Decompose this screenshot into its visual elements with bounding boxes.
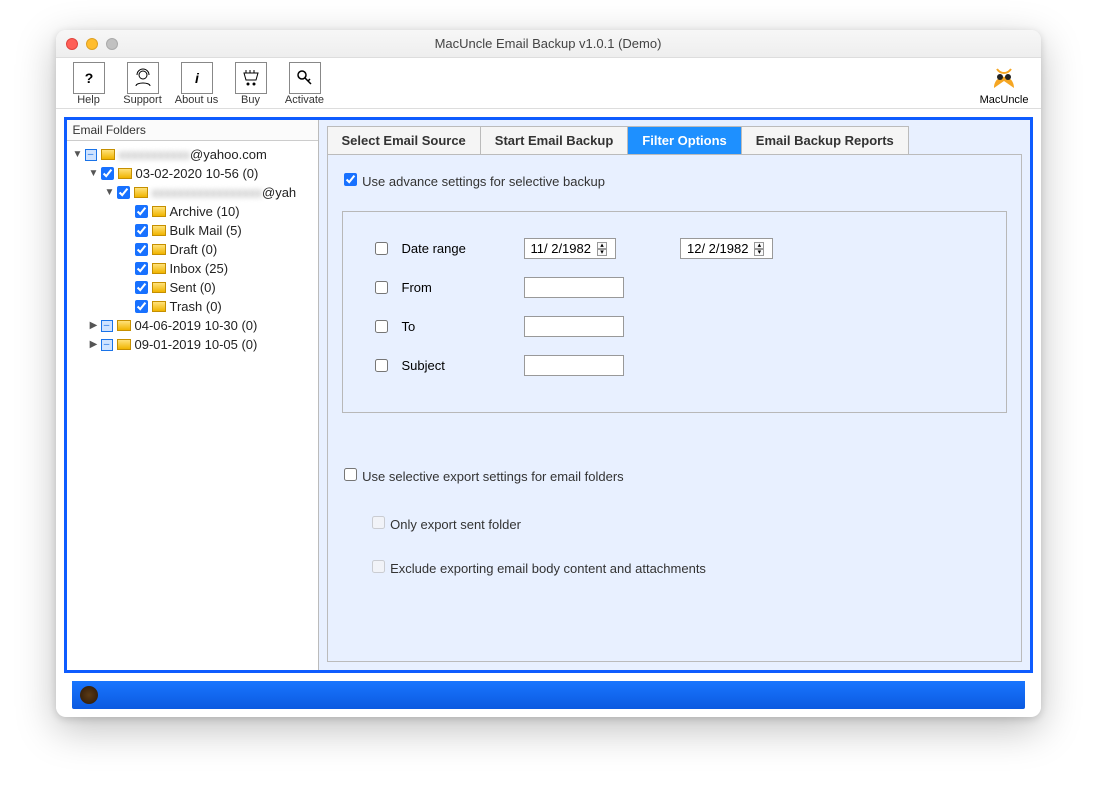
exclude-body-checkbox [372,560,385,573]
collapse-icon[interactable]: – [101,339,113,351]
svg-text:i: i [195,70,200,86]
toolbar: ? Help Support i About us Buy Ac [56,58,1041,109]
folder-icon [152,301,166,312]
titlebar: MacUncle Email Backup v1.0.1 (Demo) [56,30,1041,58]
main-frame: Email Folders ▼ – xxxxxxxxxxx@yahoo.com … [64,117,1033,673]
sidebar-header: Email Folders [67,120,318,141]
tab-bar: Select Email Source Start Email Backup F… [327,126,1030,154]
activate-button[interactable]: Activate [278,62,332,106]
folder-icon [152,263,166,274]
tree-row-trash[interactable]: Trash (0) [69,297,316,316]
folder-icon [134,187,148,198]
sidebar: Email Folders ▼ – xxxxxxxxxxx@yahoo.com … [67,120,319,670]
folder-checkbox[interactable] [135,224,148,237]
folder-tree: ▼ – xxxxxxxxxxx@yahoo.com ▼ 03-02-2020 1… [67,141,318,358]
folder-checkbox[interactable] [135,205,148,218]
support-icon [127,62,159,94]
collapse-icon[interactable]: – [85,149,97,161]
tab-start-backup[interactable]: Start Email Backup [481,126,629,154]
spinner-icon[interactable]: ▴▾ [754,242,766,256]
to-checkbox[interactable] [375,320,388,333]
folder-icon [117,339,131,350]
tab-filter-options[interactable]: Filter Options [628,126,742,154]
folder-icon [152,206,166,217]
subject-checkbox[interactable] [375,359,388,372]
folder-icon [152,244,166,255]
tree-row-date2[interactable]: ▶ – 04-06-2019 10-30 (0) [69,316,316,335]
to-label: To [402,319,512,334]
support-button[interactable]: Support [116,62,170,106]
date-to-input[interactable]: 12/ 2/1982 ▴▾ [680,238,773,259]
key-icon [289,62,321,94]
from-input[interactable] [524,277,624,298]
status-logo-icon [80,686,98,704]
window-title: MacUncle Email Backup v1.0.1 (Demo) [56,36,1041,51]
advance-settings-row: Use advance settings for selective backu… [342,174,605,189]
to-input[interactable] [524,316,624,337]
disclosure-icon[interactable]: ▶ [89,320,99,331]
about-button[interactable]: i About us [170,62,224,106]
disclosure-icon[interactable]: ▼ [73,149,83,160]
tree-row-archive[interactable]: Archive (10) [69,202,316,221]
from-checkbox[interactable] [375,281,388,294]
filter-panel: Use advance settings for selective backu… [327,154,1022,662]
date-range-checkbox[interactable] [375,242,388,255]
cart-icon [235,62,267,94]
tree-row-date1[interactable]: ▼ 03-02-2020 10-56 (0) [69,164,316,183]
tab-select-source[interactable]: Select Email Source [327,126,481,154]
disclosure-icon[interactable]: ▼ [89,168,99,179]
folder-checkbox[interactable] [135,281,148,294]
folder-icon [152,225,166,236]
advance-settings-checkbox[interactable] [344,173,357,186]
macuncle-icon [988,62,1020,94]
disclosure-icon[interactable]: ▶ [89,339,99,350]
selective-export-checkbox[interactable] [344,468,357,481]
folder-icon [118,168,132,179]
folder-checkbox[interactable] [135,262,148,275]
folder-checkbox[interactable] [117,186,130,199]
folder-checkbox[interactable] [135,300,148,313]
folder-icon [152,282,166,293]
help-icon: ? [73,62,105,94]
brand-logo: MacUncle [980,62,1035,106]
tree-row-inbox[interactable]: Inbox (25) [69,259,316,278]
tree-row-account1[interactable]: ▼ – xxxxxxxxxxx@yahoo.com [69,145,316,164]
info-icon: i [181,62,213,94]
exclude-body-row: Exclude exporting email body content and… [370,561,706,576]
disclosure-icon[interactable]: ▼ [105,187,115,198]
buy-button[interactable]: Buy [224,62,278,106]
from-label: From [402,280,512,295]
tree-row-draft[interactable]: Draft (0) [69,240,316,259]
tree-row-account2[interactable]: ▼ xxxxxxxxxxxxxxxxx@yah [69,183,316,202]
main-panel: Select Email Source Start Email Backup F… [319,120,1030,670]
folder-icon [117,320,131,331]
date-from-input[interactable]: 11/ 2/1982 ▴▾ [524,238,616,259]
tree-row-date3[interactable]: ▶ – 09-01-2019 10-05 (0) [69,335,316,354]
svg-text:?: ? [84,70,93,86]
date-range-label: Date range [402,241,512,256]
tree-row-sent[interactable]: Sent (0) [69,278,316,297]
tab-reports[interactable]: Email Backup Reports [742,126,909,154]
subject-input[interactable] [524,355,624,376]
collapse-icon[interactable]: – [101,320,113,332]
help-button[interactable]: ? Help [62,62,116,106]
folder-icon [101,149,115,160]
tree-row-bulk[interactable]: Bulk Mail (5) [69,221,316,240]
spinner-icon[interactable]: ▴▾ [597,242,609,256]
filter-fieldset: Date range 11/ 2/1982 ▴▾ 12/ 2/1982 ▴▾ [342,211,1007,413]
app-window: MacUncle Email Backup v1.0.1 (Demo) ? He… [56,30,1041,717]
subject-label: Subject [402,358,512,373]
only-sent-row: Only export sent folder [370,517,521,532]
folder-checkbox[interactable] [135,243,148,256]
folder-checkbox[interactable] [101,167,114,180]
only-sent-checkbox [372,516,385,529]
status-bar [72,681,1025,709]
selective-export-row: Use selective export settings for email … [342,469,624,484]
